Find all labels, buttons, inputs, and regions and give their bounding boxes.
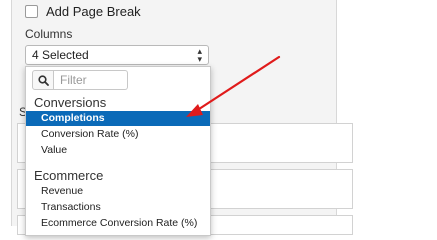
red-arrow-annotation (186, 55, 281, 117)
